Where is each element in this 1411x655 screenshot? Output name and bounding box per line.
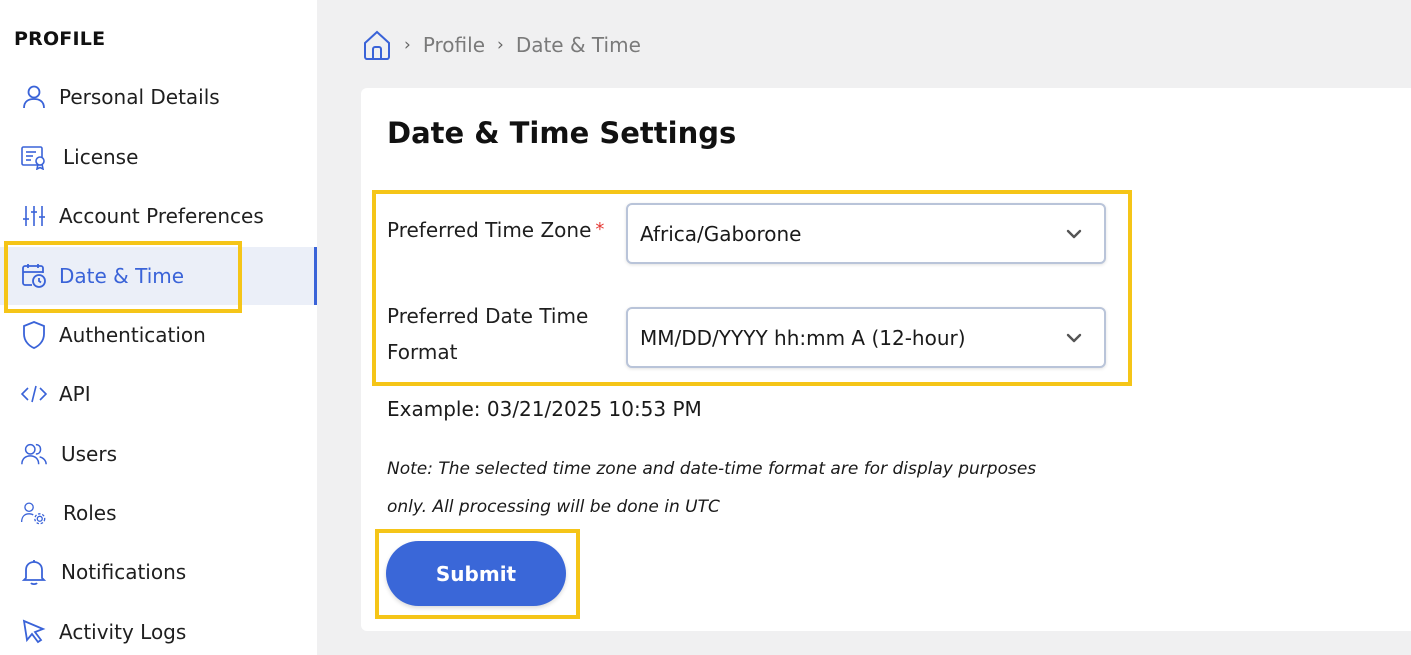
user-icon [20, 83, 48, 111]
users-icon [20, 440, 48, 468]
code-icon [20, 380, 48, 408]
sidebar-item-label: API [59, 382, 91, 406]
chevron-down-icon [1064, 224, 1084, 244]
page-title: Date & Time Settings [387, 116, 737, 150]
sidebar-item-authentication[interactable]: Authentication [0, 306, 317, 364]
display-note: Note: The selected time zone and date-ti… [387, 450, 1117, 526]
display-note-line1: Note: The selected time zone and date-ti… [387, 459, 1037, 479]
sidebar-item-label: Personal Details [59, 85, 220, 109]
sidebar-title: PROFILE [14, 28, 106, 50]
datetime-format-label: Preferred Date Time Format [387, 298, 588, 370]
timezone-select[interactable]: Africa/Gaborone [626, 203, 1106, 264]
sidebar-item-label: Notifications [61, 560, 187, 584]
shield-icon [20, 321, 48, 349]
datetime-format-select-value: MM/DD/YYYY hh:mm A (12-hour) [640, 325, 966, 350]
sidebar: PROFILE Personal Details License Account… [0, 0, 317, 655]
breadcrumb-profile[interactable]: Profile [423, 33, 485, 57]
sidebar-item-label: Roles [63, 501, 117, 525]
sidebar-item-personal-details[interactable]: Personal Details [0, 68, 317, 126]
datetime-format-select[interactable]: MM/DD/YYYY hh:mm A (12-hour) [626, 307, 1106, 368]
license-icon [20, 143, 48, 171]
sidebar-item-license[interactable]: License [0, 128, 317, 186]
sidebar-item-label: License [63, 145, 139, 169]
chevron-right-icon: › [497, 35, 504, 55]
sidebar-item-label: Users [61, 442, 118, 466]
sidebar-item-label: Authentication [59, 323, 206, 347]
breadcrumb: › Profile › Date & Time [362, 28, 641, 62]
sidebar-item-users[interactable]: Users [0, 425, 317, 483]
display-note-line2: only. All processing will be done in UTC [387, 497, 720, 517]
timezone-label-text: Preferred Time Zone [387, 218, 592, 242]
cursor-icon [20, 618, 48, 646]
chevron-right-icon: › [404, 35, 411, 55]
datetime-format-label-line1: Preferred Date Time [387, 304, 589, 328]
required-mark: * [595, 219, 605, 240]
breadcrumb-date-time: Date & Time [515, 33, 641, 57]
sidebar-item-label: Date & Time [59, 264, 185, 288]
chevron-down-icon [1064, 328, 1084, 348]
timezone-label: Preferred Time Zone * [387, 212, 604, 248]
timezone-select-value: Africa/Gaborone [640, 221, 802, 246]
sidebar-item-api[interactable]: API [0, 365, 317, 423]
sidebar-item-notifications[interactable]: Notifications [0, 543, 317, 601]
sidebar-item-date-time[interactable]: Date & Time [0, 247, 317, 305]
sidebar-item-activity-logs[interactable]: Activity Logs [0, 603, 317, 655]
sliders-icon [20, 202, 48, 230]
submit-button[interactable]: Submit [386, 541, 566, 606]
bell-icon [20, 558, 48, 586]
sidebar-item-account-preferences[interactable]: Account Preferences [0, 187, 317, 245]
sidebar-item-label: Activity Logs [59, 620, 187, 644]
sidebar-item-roles[interactable]: Roles [0, 484, 317, 542]
user-gear-icon [20, 499, 48, 527]
home-icon[interactable] [362, 29, 392, 61]
format-example: Example: 03/21/2025 10:53 PM [387, 397, 702, 421]
sidebar-item-label: Account Preferences [59, 204, 264, 228]
datetime-format-label-line2: Format [387, 340, 458, 364]
calendar-clock-icon [20, 262, 48, 290]
